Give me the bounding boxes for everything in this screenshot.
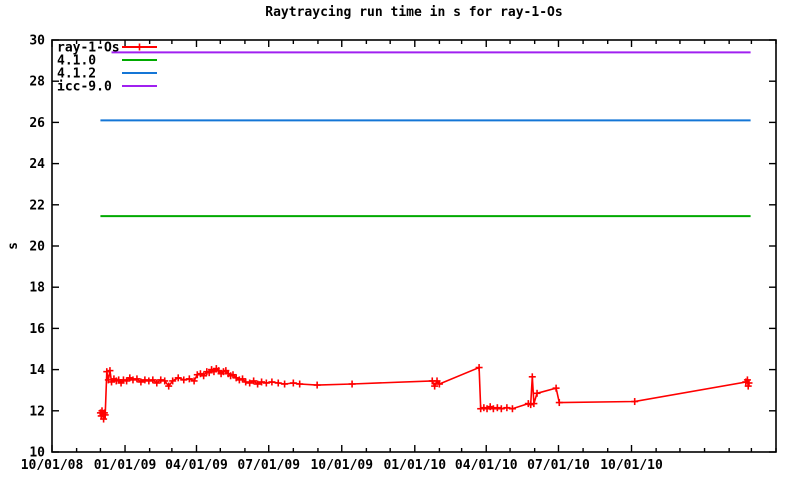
benchmark-chart-screen: Raytraycing run time in s for ray-1-Os 1… — [0, 0, 800, 480]
x-tick-label: 07/01/09 — [237, 458, 300, 473]
x-tick-label: 04/01/09 — [165, 458, 228, 473]
x-tick-label: 10/01/09 — [310, 458, 373, 473]
y-tick-label: 26 — [29, 116, 45, 131]
y-tick-label: 14 — [29, 363, 45, 378]
y-tick-label: 20 — [29, 240, 45, 255]
series-ray-1-Os — [96, 364, 753, 423]
y-tick-label: 24 — [29, 157, 45, 172]
raytracing-runtime-plot: 1012141618202224262830s10/01/08 01/01/09 0… — [6, 34, 777, 473]
y-tick-label: 30 — [29, 34, 45, 49]
legend-label: icc-9.0 — [57, 80, 112, 95]
y-tick-label: 18 — [29, 281, 45, 296]
x-tick-label: 07/01/10 — [527, 458, 590, 473]
y-tick-label: 28 — [29, 75, 45, 90]
legend-item-icc-9.0: icc-9.0 — [57, 80, 157, 95]
legend: ray-1-Os4.1.04.1.2icc-9.0 — [57, 41, 157, 95]
y-tick-label: 16 — [29, 322, 45, 337]
x-tick-label: 10/01/08 — [21, 458, 84, 473]
y-axis-label: s — [6, 242, 21, 250]
x-tick-label: 01/01/09 — [94, 458, 157, 473]
x-tick-label: 04/01/10 — [455, 458, 518, 473]
y-tick-label: 12 — [29, 404, 45, 419]
y-axis-label: s — [6, 242, 21, 250]
x-tick-label: 01/01/10 — [383, 458, 446, 473]
y-tick-label: 22 — [29, 198, 45, 213]
x-tick-label: 10/01/10 — [600, 458, 663, 473]
plot-border — [51, 39, 777, 453]
x-axis-ticks: 10/01/08 01/01/09 04/01/09 07/01/09 10/01/09… — [21, 40, 777, 473]
